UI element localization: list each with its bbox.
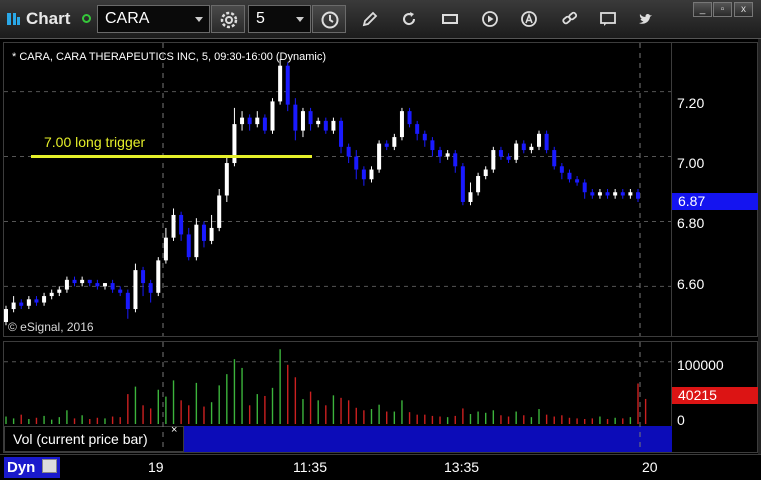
price-tick: 6.80 bbox=[677, 215, 705, 231]
get-icon[interactable] bbox=[441, 10, 459, 28]
clock-icon bbox=[321, 11, 339, 29]
toolbar: Chart CARA 5 _ ▫ x bbox=[0, 0, 761, 39]
link-chain-icon[interactable] bbox=[561, 10, 579, 28]
price-tick: 6.60 bbox=[677, 276, 705, 292]
volume-study-bar bbox=[184, 426, 672, 452]
chevron-down-icon[interactable] bbox=[195, 17, 203, 22]
chat-icon[interactable] bbox=[599, 10, 617, 28]
alert-icon[interactable] bbox=[520, 10, 538, 28]
time-label: 13:35 bbox=[444, 459, 480, 475]
chart-window: Chart CARA 5 _ ▫ x * CARA, CARA THERAPEU… bbox=[0, 0, 761, 480]
twitter-icon[interactable] bbox=[637, 10, 655, 28]
time-button[interactable] bbox=[312, 5, 346, 33]
time-label: 20 bbox=[642, 459, 658, 475]
time-axis[interactable]: Dyn 19 11:35 13:35 20 bbox=[0, 454, 761, 480]
volume-study-label[interactable]: Vol (current price bar) bbox=[4, 426, 184, 452]
last-price-tag: 6.87 bbox=[672, 193, 758, 210]
app-title: Chart bbox=[26, 9, 71, 28]
chart-header: * CARA, CARA THERAPEUTICS INC, 5, 09:30-… bbox=[12, 51, 327, 63]
last-volume-tag: 40215 bbox=[672, 387, 758, 404]
volume-tick: 100000 bbox=[677, 357, 724, 373]
app-logo-icon bbox=[7, 13, 20, 25]
symbol-value: CARA bbox=[105, 10, 150, 27]
interval-field[interactable]: 5 bbox=[248, 5, 311, 33]
refresh-icon[interactable] bbox=[400, 10, 418, 28]
minimize-button[interactable]: _ bbox=[693, 2, 712, 17]
symbol-field[interactable]: CARA bbox=[97, 5, 210, 33]
price-tick: 7.00 bbox=[677, 155, 705, 171]
chevron-down-icon[interactable] bbox=[296, 17, 304, 22]
price-axis[interactable]: 7.20 7.00 6.80 6.60 bbox=[672, 42, 758, 337]
dyn-label: Dyn bbox=[7, 459, 36, 476]
close-icon[interactable]: × bbox=[171, 424, 177, 436]
restore-button[interactable]: ▫ bbox=[713, 2, 732, 17]
time-label: 19 bbox=[148, 459, 164, 475]
pencil-icon[interactable] bbox=[361, 10, 379, 28]
settings-icon bbox=[220, 11, 238, 29]
close-button[interactable]: x bbox=[734, 2, 753, 17]
link-icon[interactable] bbox=[82, 14, 91, 23]
volume-tick: 0 bbox=[677, 412, 685, 428]
time-label: 11:35 bbox=[293, 459, 327, 475]
watermark: © eSignal, 2016 bbox=[8, 320, 94, 334]
settings-button[interactable] bbox=[211, 5, 245, 33]
price-pane[interactable]: * CARA, CARA THERAPEUTICS INC, 5, 09:30-… bbox=[3, 42, 672, 337]
interval-value: 5 bbox=[256, 10, 265, 27]
lock-icon[interactable] bbox=[42, 459, 57, 473]
price-tick: 7.20 bbox=[677, 95, 705, 111]
play-icon[interactable] bbox=[481, 10, 499, 28]
